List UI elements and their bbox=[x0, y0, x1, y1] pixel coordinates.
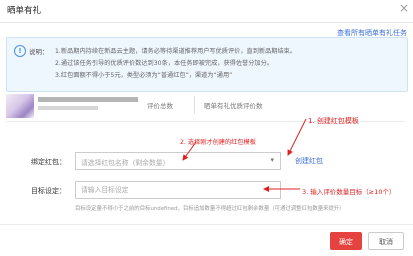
award-dialog: 晒单有礼 × 查看所有晒单有礼任务 ! 说明： 1.新品期内持续在新品云主题，请… bbox=[0, 0, 413, 256]
redpacket-label: 绑定红包： bbox=[31, 158, 66, 166]
redpacket-select-placeholder: 请选择红包名称（剩余数量） bbox=[81, 159, 170, 167]
tab-total-reviews[interactable]: 评价总数 bbox=[147, 100, 173, 110]
close-icon[interactable]: × bbox=[399, 1, 409, 15]
product-subtitle-blurred bbox=[38, 106, 98, 110]
product-title-blurred bbox=[38, 97, 138, 102]
redpacket-select[interactable]: 请选择红包名称（剩余数量） ▾ bbox=[75, 152, 281, 170]
annotation-target: 3. 输入评价数量目标（≥10个） bbox=[302, 188, 396, 196]
tab-divider bbox=[194, 96, 195, 114]
confirm-button[interactable]: 确定 bbox=[330, 232, 362, 250]
target-hint: 目标设定量不得小于之前的目标undefined，目标追加数量不得超过红包剩余数量… bbox=[75, 206, 345, 212]
notice-box: ! 说明： 1.新品期内持续在新品云主题，请务必等待渠道推荐用户写优质评价，直到… bbox=[6, 37, 408, 92]
create-redpacket-link[interactable]: 创建红包 bbox=[295, 156, 323, 166]
dialog-title: 晒单有礼 bbox=[7, 6, 42, 16]
cancel-button[interactable]: 取消 bbox=[368, 232, 404, 250]
info-icon: ! bbox=[14, 45, 26, 57]
chevron-down-icon: ▾ bbox=[270, 156, 274, 164]
target-label: 目标设定： bbox=[31, 187, 66, 195]
notice-line: 3.红包面额不得小于5元，类型必须为“普通红包”，渠道为“通用” bbox=[55, 72, 233, 79]
annotation-select-template: 2. 选择刚才创建的红包模板 bbox=[180, 139, 256, 146]
arrow-to-create-link bbox=[287, 118, 307, 156]
annotation-create-template: 1. 创建红包模板 bbox=[308, 117, 359, 125]
target-input[interactable] bbox=[75, 181, 281, 199]
footer-divider bbox=[0, 224, 413, 225]
tab-quality-reviews[interactable]: 晒单有礼优质评价数 bbox=[204, 100, 263, 110]
product-image bbox=[6, 94, 34, 118]
notice-line: 2.通过该任务引导的优质评价数达到30条，本任务即被完成，获得佐誉分加分。 bbox=[55, 60, 273, 67]
dialog-header: 晒单有礼 × bbox=[0, 0, 413, 23]
product-row: 评价总数 晒单有礼优质评价数 bbox=[6, 94, 406, 118]
notice-line: 1.新品期内持续在新品云主题，请务必等待渠道推荐用户写优质评价，直到新品期结束。 bbox=[55, 48, 297, 55]
notice-label: 说明： bbox=[29, 48, 49, 56]
